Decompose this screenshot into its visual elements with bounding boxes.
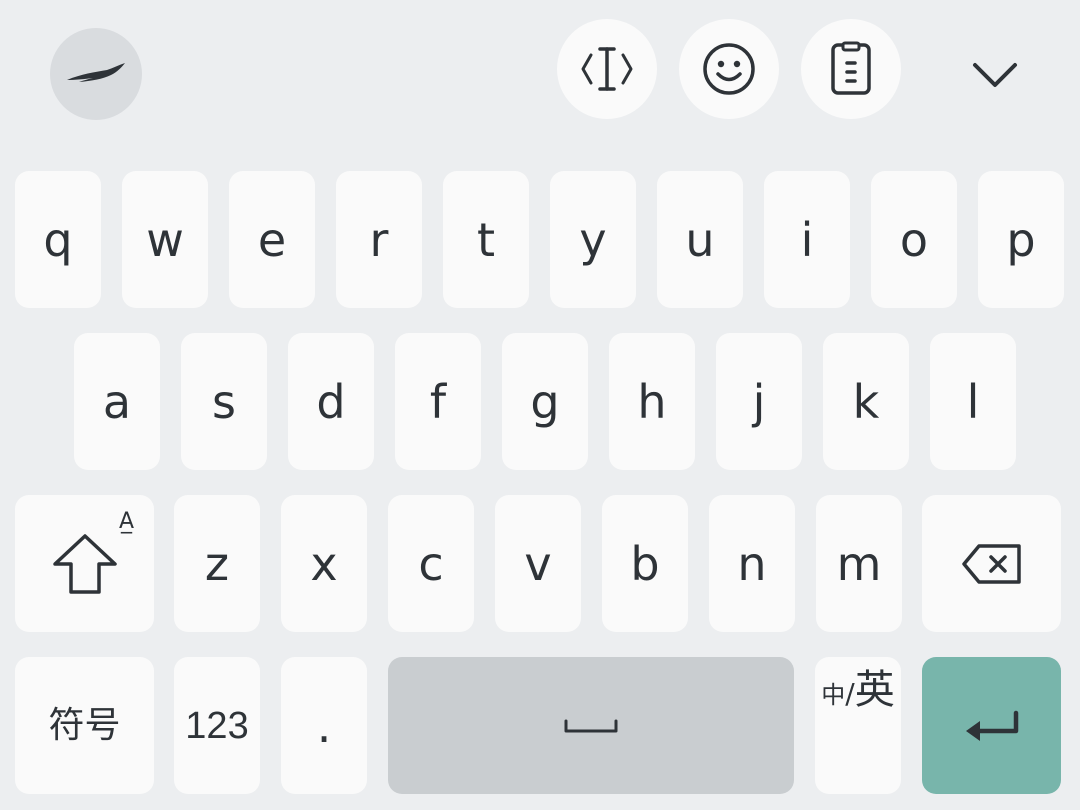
key-label: r [369,212,389,267]
key-g[interactable]: g [502,333,588,470]
text-edit-button[interactable] [557,19,657,119]
key-label: i [800,212,814,267]
symbols-key[interactable]: 符号 [15,657,154,794]
key-label: l [966,374,980,429]
collapse-keyboard-button[interactable] [960,44,1030,104]
key-k[interactable]: k [823,333,909,470]
smiley-icon [703,43,755,95]
key-label: a [102,374,132,429]
key-label: c [418,536,444,591]
key-label: h [637,374,667,429]
key-label: t [476,212,496,267]
lang-chinese-label: 中 [821,681,846,709]
key-d[interactable]: d [288,333,374,470]
key-c[interactable]: c [388,495,474,632]
key-y[interactable]: y [550,171,636,308]
key-p[interactable]: p [978,171,1064,308]
key-f[interactable]: f [395,333,481,470]
keyboard-toolbar [0,0,1080,150]
enter-key[interactable] [922,657,1061,794]
key-label: w [146,212,184,267]
key-r[interactable]: r [336,171,422,308]
symbols-label: 符号 [48,704,121,746]
key-label: x [310,536,338,591]
key-label: g [530,374,560,429]
numbers-key[interactable]: 123 [174,657,260,794]
key-b[interactable]: b [602,495,688,632]
caps-lock-hint: A̲ [118,509,134,534]
key-label: b [630,536,660,591]
key-label: z [204,536,230,591]
swallow-logo-icon [67,63,125,82]
numbers-label: 123 [185,704,249,747]
key-label: q [43,212,73,267]
clipboard-icon [831,41,871,95]
key-t[interactable]: t [443,171,529,308]
emoji-button[interactable] [679,19,779,119]
enter-arrow-icon [965,710,1018,741]
space-bar-icon [564,719,618,732]
key-label: o [899,212,929,267]
key-l[interactable]: l [930,333,1016,470]
key-e[interactable]: e [229,171,315,308]
backspace-key[interactable] [922,495,1061,632]
lang-slash: / [845,677,855,710]
backspace-icon [961,543,1021,584]
key-label: k [852,374,880,429]
key-q[interactable]: q [15,171,101,308]
key-label: f [429,374,447,429]
key-label: d [316,374,346,429]
key-v[interactable]: v [495,495,581,632]
key-label: p [1006,212,1036,267]
text-cursor-icon [581,47,633,91]
shift-arrow-icon [52,533,117,594]
key-label: u [685,212,715,267]
clipboard-button[interactable] [801,19,901,119]
key-label: n [737,536,767,591]
key-w[interactable]: w [122,171,208,308]
key-j[interactable]: j [716,333,802,470]
key-label: e [257,212,287,267]
language-switch-key[interactable]: 中 / 英 [815,657,901,794]
shift-key[interactable]: A̲ [15,495,154,632]
lang-english-label: 英 [854,667,895,713]
key-s[interactable]: s [181,333,267,470]
key-x[interactable]: x [281,495,367,632]
key-a[interactable]: a [74,333,160,470]
key-i[interactable]: i [764,171,850,308]
key-n[interactable]: n [709,495,795,632]
key-label: s [212,374,236,429]
key-label: y [579,212,607,267]
key-label: j [752,374,766,429]
key-z[interactable]: z [174,495,260,632]
ime-logo-button[interactable] [50,28,142,120]
period-key[interactable]: . [281,657,367,794]
chevron-down-icon [973,63,1017,87]
period-label: . [316,698,332,753]
space-key[interactable] [388,657,794,794]
key-label: v [524,536,552,591]
key-m[interactable]: m [816,495,902,632]
key-o[interactable]: o [871,171,957,308]
key-u[interactable]: u [657,171,743,308]
key-h[interactable]: h [609,333,695,470]
key-label: m [836,536,882,591]
